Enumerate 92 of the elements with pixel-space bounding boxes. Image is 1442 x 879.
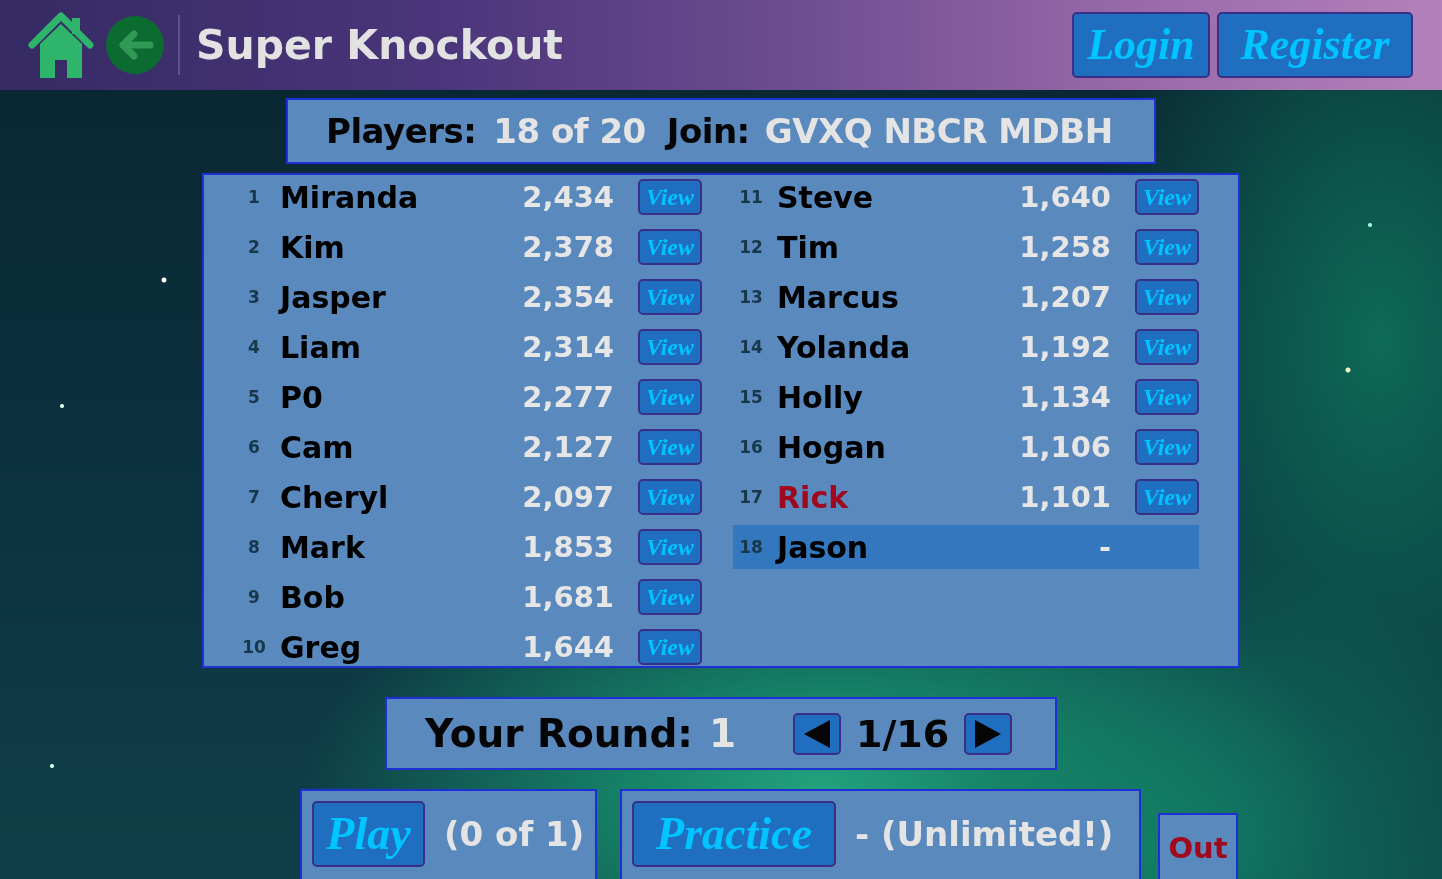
player-score: 1,853 bbox=[522, 530, 614, 564]
player-rank: 11 bbox=[738, 187, 764, 207]
player-score: 2,277 bbox=[522, 380, 614, 414]
right-triangle-icon bbox=[975, 719, 1002, 748]
player-rank: 2 bbox=[247, 237, 261, 257]
player-score: 1,106 bbox=[1019, 430, 1111, 464]
previous-button[interactable] bbox=[793, 712, 842, 755]
next-button[interactable] bbox=[964, 712, 1013, 755]
login-button[interactable]: Login bbox=[1072, 12, 1210, 78]
player-score: 2,378 bbox=[522, 230, 614, 264]
player-name: Holly bbox=[777, 379, 863, 415]
player-rank: 6 bbox=[247, 437, 261, 457]
view-button[interactable]: View bbox=[638, 579, 702, 615]
player-name: Tim bbox=[777, 229, 839, 265]
view-button[interactable]: View bbox=[638, 429, 702, 465]
view-button[interactable]: View bbox=[638, 229, 702, 265]
players-label: Players: bbox=[326, 111, 477, 151]
out-button[interactable]: Out bbox=[1158, 813, 1238, 879]
player-rank: 7 bbox=[247, 487, 261, 507]
player-name: Cheryl bbox=[280, 479, 389, 515]
player-name: Steve bbox=[777, 179, 874, 215]
player-name: Hogan bbox=[777, 429, 886, 465]
players-count: 18 of 20 bbox=[493, 111, 646, 151]
view-button[interactable]: View bbox=[638, 279, 702, 315]
player-rank: 14 bbox=[738, 337, 764, 357]
view-button[interactable]: View bbox=[638, 529, 702, 565]
round-value: 1 bbox=[708, 711, 737, 756]
player-rank: 9 bbox=[247, 587, 261, 607]
player-name: Miranda bbox=[280, 179, 419, 215]
player-rank: 17 bbox=[738, 487, 764, 507]
practice-button[interactable]: Practice bbox=[632, 801, 836, 867]
player-rank: 8 bbox=[247, 537, 261, 557]
view-button[interactable]: View bbox=[638, 379, 702, 415]
player-score: 1,101 bbox=[1019, 480, 1111, 514]
player-rank: 3 bbox=[247, 287, 261, 307]
view-button[interactable]: View bbox=[1135, 179, 1199, 215]
view-button[interactable]: View bbox=[638, 629, 702, 665]
player-rank: 12 bbox=[738, 237, 764, 257]
player-rank: 13 bbox=[738, 287, 764, 307]
player-rank: 10 bbox=[241, 637, 267, 657]
player-rank: 15 bbox=[738, 387, 764, 407]
play-count: (0 of 1) bbox=[444, 813, 585, 856]
view-button[interactable]: View bbox=[1135, 379, 1199, 415]
page-title: Super Knockout bbox=[196, 21, 563, 69]
player-rank: 1 bbox=[247, 187, 261, 207]
view-button[interactable]: View bbox=[1135, 479, 1199, 515]
round-label: Your Round: bbox=[425, 711, 693, 756]
join-code: GVXQ NBCR MDBH bbox=[764, 111, 1113, 151]
back-icon[interactable] bbox=[106, 16, 164, 74]
player-score: - bbox=[1098, 530, 1111, 564]
player-score: 1,644 bbox=[522, 630, 614, 664]
view-button[interactable]: View bbox=[1135, 229, 1199, 265]
player-name: Yolanda bbox=[777, 329, 911, 365]
player-name: P0 bbox=[280, 379, 323, 415]
player-score: 1,207 bbox=[1019, 280, 1111, 314]
player-rank: 16 bbox=[738, 437, 764, 457]
player-name: Greg bbox=[280, 629, 362, 665]
view-button[interactable]: View bbox=[638, 479, 702, 515]
register-button[interactable]: Register bbox=[1217, 12, 1413, 78]
player-rank: 4 bbox=[247, 337, 261, 357]
view-button[interactable]: View bbox=[638, 329, 702, 365]
round-page: 1/16 bbox=[856, 711, 950, 756]
view-button[interactable]: View bbox=[1135, 429, 1199, 465]
player-score: 2,097 bbox=[522, 480, 614, 514]
player-name: Bob bbox=[280, 579, 345, 615]
player-score: 2,434 bbox=[522, 180, 614, 214]
play-button[interactable]: Play bbox=[312, 801, 425, 867]
player-name: Liam bbox=[280, 329, 361, 365]
view-button[interactable]: View bbox=[638, 179, 702, 215]
player-name: Jason bbox=[777, 529, 869, 565]
player-rank: 5 bbox=[247, 387, 261, 407]
home-icon[interactable] bbox=[28, 12, 94, 78]
join-label: Join: bbox=[666, 111, 750, 151]
player-name: Rick bbox=[777, 479, 849, 515]
player-score: 1,640 bbox=[1019, 180, 1111, 214]
view-button[interactable]: View bbox=[1135, 279, 1199, 315]
left-triangle-icon bbox=[804, 719, 831, 748]
player-score: 2,314 bbox=[522, 330, 614, 364]
player-score: 1,192 bbox=[1019, 330, 1111, 364]
player-name: Kim bbox=[280, 229, 345, 265]
player-score: 1,134 bbox=[1019, 380, 1111, 414]
practice-count: - (Unlimited!) bbox=[855, 813, 1114, 856]
player-name: Cam bbox=[280, 429, 354, 465]
player-score: 2,354 bbox=[522, 280, 614, 314]
player-name: Mark bbox=[280, 529, 365, 565]
player-score: 1,681 bbox=[522, 580, 614, 614]
player-rank: 18 bbox=[738, 537, 764, 557]
player-name: Jasper bbox=[280, 279, 386, 315]
player-name: Marcus bbox=[777, 279, 899, 315]
player-score: 2,127 bbox=[522, 430, 614, 464]
view-button[interactable]: View bbox=[1135, 329, 1199, 365]
player-score: 1,258 bbox=[1019, 230, 1111, 264]
